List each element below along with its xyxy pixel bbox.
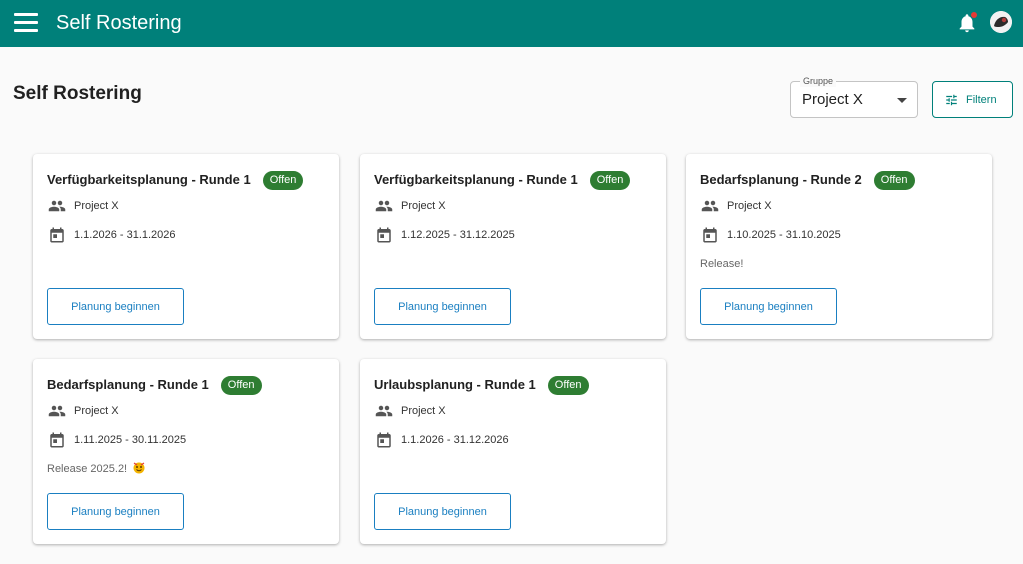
avatar[interactable] xyxy=(990,11,1012,33)
card-dates: 1.1.2026 - 31.1.2026 xyxy=(74,229,176,241)
page-title: Self Rostering xyxy=(13,83,142,104)
card-group: Project X xyxy=(74,405,119,417)
card-dates: 1.11.2025 - 30.11.2025 xyxy=(74,434,187,446)
card-group: Project X xyxy=(74,200,119,212)
status-badge: Offen xyxy=(589,171,631,190)
calendar-icon xyxy=(377,227,391,243)
card-title: Bedarfsplanung - Runde 2 Offen xyxy=(700,171,915,190)
status-badge: Offen xyxy=(262,171,304,190)
calendar-icon xyxy=(703,227,717,243)
card-title-text: Bedarfsplanung - Runde 1 xyxy=(47,377,209,392)
start-planning-button[interactable]: Planung beginnen xyxy=(47,493,184,530)
group-select[interactable]: Gruppe Project X xyxy=(790,75,918,118)
card-title-text: Urlaubsplanung - Runde 1 xyxy=(374,377,536,392)
card-dates: 1.1.2026 - 31.12.2026 xyxy=(401,434,509,446)
group-icon xyxy=(48,200,66,212)
card-title: Verfügbarkeitsplanung - Runde 1 Offen xyxy=(47,171,304,190)
party-emoji xyxy=(133,462,145,474)
card-dates: 1.10.2025 - 31.10.2025 xyxy=(727,229,841,241)
planning-card: Bedarfsplanung - Runde 2 Offen Project X … xyxy=(686,154,992,339)
card-dates: 1.12.2025 - 31.12.2025 xyxy=(401,229,515,241)
calendar-icon xyxy=(50,227,64,243)
notification-dot xyxy=(971,12,977,18)
tune-icon xyxy=(946,94,957,106)
calendar-icon xyxy=(50,432,64,448)
card-group: Project X xyxy=(401,200,446,212)
card-note-text: Release 2025.2! xyxy=(47,463,128,475)
planning-card: Urlaubsplanung - Runde 1 Offen Project X … xyxy=(360,359,666,544)
group-icon xyxy=(375,405,393,417)
planning-card: Verfügbarkeitsplanung - Runde 1 Offen Pro… xyxy=(33,154,339,339)
card-group: Project X xyxy=(727,200,772,212)
card-note: Release 2025.2! xyxy=(47,462,145,476)
group-select-label: Gruppe xyxy=(800,75,837,87)
chevron-down-icon xyxy=(897,98,907,103)
status-badge: Offen xyxy=(873,171,915,190)
group-icon xyxy=(375,200,393,212)
card-title: Bedarfsplanung - Runde 1 Offen xyxy=(47,376,262,395)
app-bar: Self Rostering xyxy=(0,0,1023,47)
status-badge: Offen xyxy=(220,376,262,395)
card-note-text: Release! xyxy=(700,258,744,270)
start-planning-button[interactable]: Planung beginnen xyxy=(374,288,511,325)
card-group: Project X xyxy=(401,405,446,417)
start-planning-button[interactable]: Planung beginnen xyxy=(700,288,837,325)
card-title: Verfügbarkeitsplanung - Runde 1 Offen xyxy=(374,171,631,190)
app-title: Self Rostering xyxy=(56,12,182,34)
planning-card: Verfügbarkeitsplanung - Runde 1 Offen Pro… xyxy=(360,154,666,339)
card-title-text: Bedarfsplanung - Runde 2 xyxy=(700,172,862,187)
planning-card: Bedarfsplanung - Runde 1 Offen Project X … xyxy=(33,359,339,544)
filter-button-label: Filtern xyxy=(966,94,997,106)
card-title-text: Verfügbarkeitsplanung - Runde 1 xyxy=(374,172,578,187)
filter-button[interactable]: Filtern xyxy=(932,81,1013,118)
group-icon xyxy=(48,405,66,417)
group-select-value: Project X xyxy=(802,91,863,108)
start-planning-button[interactable]: Planung beginnen xyxy=(374,493,511,530)
calendar-icon xyxy=(377,432,391,448)
card-title: Urlaubsplanung - Runde 1 Offen xyxy=(374,376,589,395)
group-icon xyxy=(701,200,719,212)
status-badge: Offen xyxy=(547,376,589,395)
bell-icon[interactable] xyxy=(956,11,978,35)
menu-icon[interactable] xyxy=(14,13,38,33)
card-title-text: Verfügbarkeitsplanung - Runde 1 xyxy=(47,172,251,187)
start-planning-button[interactable]: Planung beginnen xyxy=(47,288,184,325)
card-note: Release! xyxy=(700,257,743,271)
